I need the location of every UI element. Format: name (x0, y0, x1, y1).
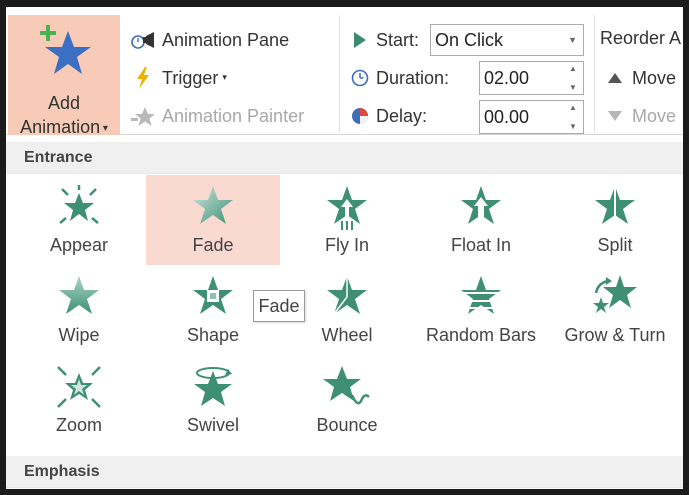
delay-value: 00.00 (484, 106, 530, 127)
delay-pie-icon (350, 104, 370, 128)
triangle-up-icon (604, 66, 626, 90)
move-earlier-button[interactable]: Move (604, 66, 676, 90)
effect-label: Float In (450, 235, 512, 255)
grow-turn-star-icon (593, 275, 637, 313)
effect-random-bars[interactable]: Random Bars (414, 265, 548, 355)
emphasis-section-header: Emphasis (6, 456, 683, 488)
start-label-row: Start: (350, 28, 419, 52)
wheel-star-icon (327, 276, 367, 315)
animation-pane-label: Animation Pane (162, 29, 290, 50)
duration-spinner[interactable]: 02.00 ▲ ▼ (479, 61, 584, 95)
add-animation-button[interactable]: Add Animation ▾ (8, 15, 120, 137)
bounce-star-icon (323, 366, 370, 405)
swivel-star-icon (194, 367, 232, 406)
delay-label: Delay: (376, 105, 428, 126)
wipe-star-icon (59, 276, 99, 314)
play-icon (350, 28, 370, 52)
fly-in-star-icon (327, 186, 367, 230)
move-later-button[interactable]: Move (604, 104, 676, 128)
move-later-label: Move (632, 105, 677, 126)
start-label: Start: (376, 29, 420, 50)
animation-gallery: Entrance Appear Fade Fly In Float In Spl… (6, 135, 683, 489)
start-value: On Click (435, 29, 504, 50)
effect-grow-turn[interactable]: Grow & Turn (548, 265, 682, 355)
effect-bounce[interactable]: Bounce (280, 355, 414, 445)
animations-ribbon-window: Add Animation ▾ Animation Pane Trigger ▾ (6, 7, 683, 489)
zoom-star-icon (57, 366, 101, 408)
effect-label: Wheel (321, 325, 373, 345)
reorder-animation-label: Reorder A (600, 28, 682, 48)
appear-star-icon (59, 185, 99, 224)
group-divider (339, 15, 340, 133)
effect-label: Shape (186, 325, 240, 345)
effect-fade[interactable]: Fade (146, 175, 280, 265)
entrance-section-header: Entrance (6, 142, 683, 174)
spinner-arrows-icon[interactable]: ▲ ▼ (567, 64, 579, 92)
animation-painter-button[interactable]: Animation Painter (130, 104, 304, 128)
effect-label: Grow & Turn (564, 325, 666, 345)
effect-label: Fade (192, 235, 234, 255)
effect-label: Fly In (324, 235, 369, 255)
chevron-down-icon: ▾ (100, 123, 108, 134)
shape-star-icon (193, 276, 233, 314)
fade-star-icon (193, 186, 233, 224)
effect-label: Random Bars (425, 325, 537, 345)
effect-label: Bounce (316, 415, 378, 435)
spinner-arrows-icon[interactable]: ▲ ▼ (567, 103, 579, 131)
animations-ribbon: Add Animation ▾ Animation Pane Trigger ▾ (6, 7, 683, 137)
float-in-star-icon (461, 186, 501, 224)
effect-label: Zoom (55, 415, 102, 435)
lightning-icon (130, 66, 156, 90)
clock-icon (350, 66, 370, 90)
effect-swivel[interactable]: Swivel (146, 355, 280, 445)
effect-label: Appear (49, 235, 109, 255)
effect-label: Wipe (58, 325, 100, 345)
animation-painter-icon (130, 104, 156, 128)
trigger-label: Trigger (162, 67, 219, 88)
effect-split[interactable]: Split (548, 175, 682, 265)
fade-tooltip: Fade (253, 290, 305, 322)
effect-zoom[interactable]: Zoom (12, 355, 146, 445)
random-bars-star-icon (459, 276, 503, 314)
add-animation-star-icon (40, 25, 91, 74)
duration-label: Duration: (376, 67, 450, 88)
delay-spinner[interactable]: 00.00 ▲ ▼ (479, 100, 584, 134)
effect-float-in[interactable]: Float In (414, 175, 548, 265)
animation-pane-icon (130, 28, 156, 52)
chevron-down-icon: ▼ (568, 35, 577, 45)
group-divider (594, 15, 595, 133)
effect-appear[interactable]: Appear (12, 175, 146, 265)
delay-label-row: Delay: (350, 104, 427, 128)
split-star-icon (595, 185, 635, 227)
trigger-button[interactable]: Trigger ▾ (130, 66, 227, 90)
duration-value: 02.00 (484, 67, 530, 88)
effect-fly-in[interactable]: Fly In (280, 175, 414, 265)
animation-painter-label: Animation Painter (162, 105, 305, 126)
start-dropdown[interactable]: On Click ▼ (430, 24, 584, 56)
chevron-down-icon: ▾ (222, 71, 227, 82)
effect-label: Split (597, 235, 633, 255)
animation-pane-button[interactable]: Animation Pane (130, 28, 289, 52)
effect-label: Swivel (186, 415, 239, 435)
add-animation-label-1: Add (47, 93, 81, 113)
move-earlier-label: Move (632, 67, 677, 88)
triangle-down-icon (604, 104, 626, 128)
effect-wipe[interactable]: Wipe (12, 265, 146, 355)
duration-label-row: Duration: (350, 66, 449, 90)
